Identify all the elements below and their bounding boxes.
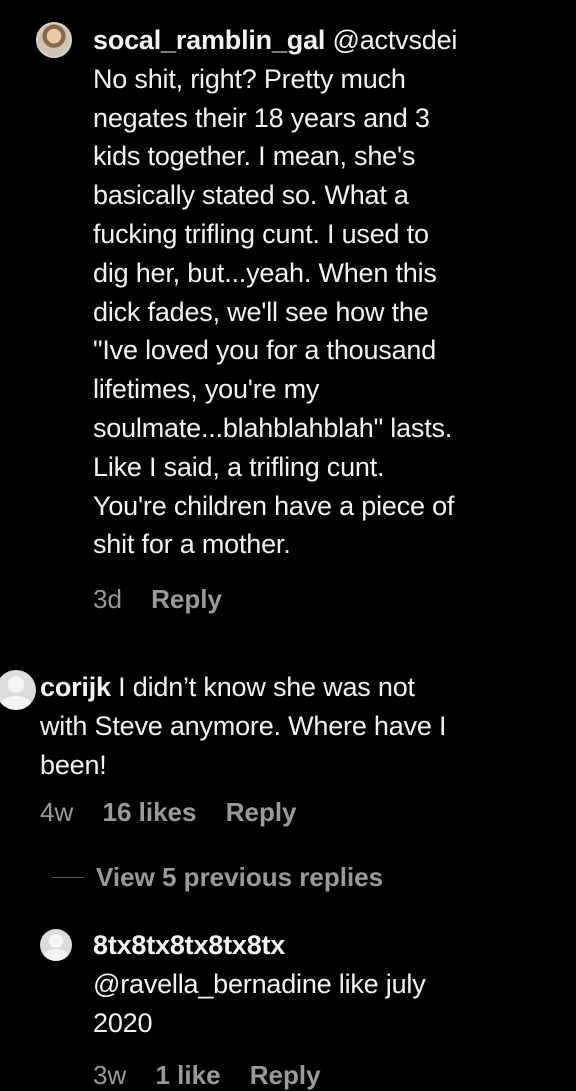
comment-time: 3w bbox=[93, 1060, 127, 1090]
likes-count[interactable]: 1 like bbox=[155, 1060, 220, 1090]
avatar-head-shape bbox=[7, 676, 25, 694]
avatar-shoulders-shape bbox=[0, 695, 32, 710]
comment-text-line: "Ive loved you for a thousand bbox=[93, 335, 437, 366]
comment-text-line: negates their 18 years and 3 bbox=[93, 102, 430, 133]
comment-meta: 3d Reply bbox=[93, 584, 244, 615]
comment-text-line: with Steve anymore. Where have I bbox=[40, 710, 447, 741]
comment-text-line: been! bbox=[40, 749, 107, 780]
comment-text-line: You're children have a piece of bbox=[93, 490, 455, 521]
reply-button[interactable]: Reply bbox=[226, 797, 297, 827]
likes-count[interactable]: 16 likes bbox=[102, 797, 196, 827]
divider bbox=[52, 877, 84, 878]
comment-text-line: kids together. I mean, she's bbox=[93, 141, 416, 172]
view-replies-label: View 5 previous replies bbox=[96, 862, 384, 892]
comment-text-line: @ravella_bernadine like july bbox=[93, 968, 426, 999]
comment-username[interactable]: socal_ramblin_gal bbox=[93, 25, 325, 55]
comment-time: 4w bbox=[40, 797, 74, 827]
comment-text-line: dick fades, we'll see how the bbox=[93, 296, 429, 327]
comment-text-line: shit for a mother. bbox=[93, 529, 291, 560]
comment-text-line: Like I said, a trifling cunt. bbox=[93, 451, 385, 482]
avatar[interactable] bbox=[0, 670, 36, 710]
reply-button[interactable]: Reply bbox=[250, 1060, 321, 1090]
comment-meta: 4w 16 likes Reply bbox=[40, 797, 319, 828]
avatar[interactable] bbox=[40, 929, 72, 961]
comment-body: socal_ramblin_gal @actvsdei No shit, rig… bbox=[93, 21, 457, 564]
comment-body: 8tx8tx8tx8tx8tx @ravella_bernadine like … bbox=[93, 926, 426, 1042]
avatar-head-shape bbox=[49, 934, 63, 948]
comment-text-line: fucking trifling cunt. I used to bbox=[93, 218, 429, 249]
avatar[interactable] bbox=[36, 22, 72, 58]
comment-text-line: dig her, but...yeah. When this bbox=[93, 257, 437, 288]
comment-text-line: I didn’t know she was not bbox=[118, 672, 415, 702]
comment-text-line: soulmate...blahblahblah" lasts. bbox=[93, 412, 453, 443]
comment-text-line: basically stated so. What a bbox=[93, 180, 409, 211]
comment-username[interactable]: corijk bbox=[40, 672, 111, 702]
comment-text-line: lifetimes, you're my bbox=[93, 374, 320, 405]
comment-username[interactable]: 8tx8tx8tx8tx8tx bbox=[93, 930, 285, 960]
avatar-shoulders-shape bbox=[43, 949, 69, 961]
comment-meta: 3w 1 like Reply bbox=[93, 1060, 343, 1091]
comment-text-line: 2020 bbox=[93, 1007, 153, 1038]
view-previous-replies-button[interactable]: View 5 previous replies bbox=[52, 862, 383, 893]
reply-button[interactable]: Reply bbox=[151, 584, 222, 614]
mention-link[interactable]: @actvsdei bbox=[333, 25, 458, 55]
comment-text-line: No shit, right? Pretty much bbox=[93, 63, 406, 94]
comment-body: corijk I didn’t know she was not with St… bbox=[40, 668, 446, 784]
comment-time: 3d bbox=[93, 584, 122, 614]
